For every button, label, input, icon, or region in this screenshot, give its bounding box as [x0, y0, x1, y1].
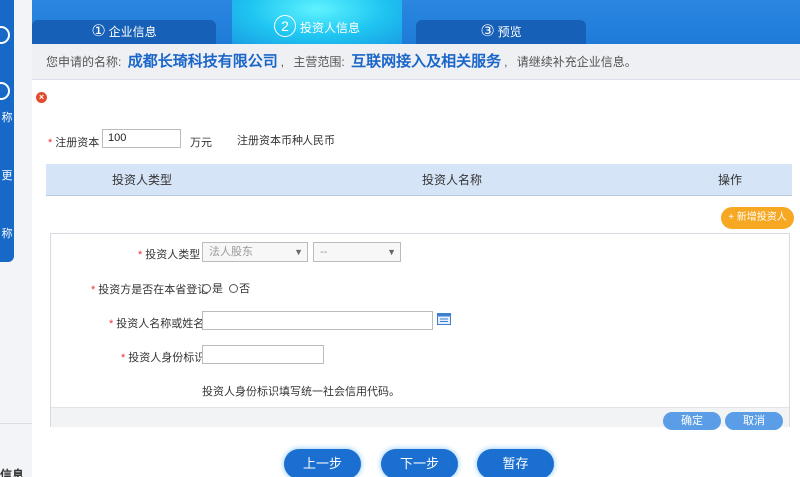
column-header-name: 投资人名称 — [422, 173, 483, 187]
separator: , — [504, 55, 508, 69]
step-number: ① — [91, 23, 106, 40]
sidebar-circle-icon[interactable] — [0, 26, 10, 44]
investor-subtype-select[interactable]: -- ▼ — [313, 242, 401, 262]
summary-prefix: 您申请的名称: — [46, 55, 122, 69]
step-number: ③ — [480, 23, 495, 40]
sidebar-item-label[interactable]: 称 — [0, 228, 14, 240]
sidebar-section-title: 信息 — [0, 468, 25, 477]
divider — [0, 423, 32, 424]
chevron-down-icon: ▼ — [387, 247, 396, 257]
sidebar-item-label[interactable]: 称 — [0, 112, 14, 124]
confirm-button[interactable]: 确定 — [663, 412, 721, 430]
application-summary: 您申请的名称: 成都长琦科技有限公司, 主营范围: 互联网接入及相关服务, 请继… — [32, 44, 800, 80]
step-label: 企业信息 — [108, 25, 157, 39]
currency-value: 人民币 — [302, 135, 335, 147]
column-header-type: 投资人类型 — [112, 173, 173, 187]
capital-label: * 注册资本 — [48, 137, 100, 149]
close-icon[interactable]: × — [36, 92, 47, 103]
step-preview[interactable]: ③ 预览 — [416, 20, 586, 44]
cancel-button[interactable]: 取消 — [725, 412, 783, 430]
chevron-down-icon: ▼ — [294, 247, 303, 257]
radio-no[interactable] — [229, 284, 239, 293]
step-company-info[interactable]: ① 企业信息 — [32, 20, 216, 44]
id-hint-text: 投资人身份标识填写统一社会信用代码。 — [202, 386, 400, 398]
sidebar: 称 更 称 信息 — [0, 0, 32, 477]
main-content: ① 企业信息 2 投资人信息 ③ 预览 您申请的名称: 成都长琦科技有限公司, 主营范… — [32, 0, 800, 477]
investor-form-panel: * 投资人类型 法人股东 ▼ -- ▼ * 投资方是否在本省登记 是 否 * 投资人名称或… — [50, 233, 790, 430]
separator: , — [280, 55, 285, 69]
sidebar-item-label[interactable]: 更 — [0, 170, 14, 182]
save-draft-button[interactable]: 暂存 — [477, 449, 554, 477]
capital-input[interactable]: 100 — [102, 129, 181, 148]
investor-name-input[interactable] — [202, 311, 433, 330]
radio-yes-label[interactable]: 是 — [212, 283, 223, 295]
previous-step-button[interactable]: 上一步 — [284, 449, 361, 477]
summary-suffix: 请继续补充企业信息。 — [516, 55, 637, 69]
add-investor-button[interactable]: + 新增投资人 — [721, 207, 794, 229]
business-scope: 互联网接入及相关服务 — [351, 53, 502, 70]
lookup-icon[interactable] — [437, 313, 451, 325]
investor-table-header: 投资人类型 投资人名称 操作 — [46, 164, 792, 196]
investor-type-label: * 投资人类型 — [138, 249, 201, 261]
capital-unit: 万元 — [190, 137, 212, 149]
sidebar-circle-icon[interactable] — [0, 82, 10, 100]
local-registration-label: * 投资方是否在本省登记 — [91, 284, 209, 296]
step-bar: ① 企业信息 2 投资人信息 ③ 预览 — [32, 0, 800, 44]
sidebar-nav: 称 更 称 — [0, 0, 14, 262]
investor-name-label: * 投资人名称或姓名 — [109, 318, 205, 330]
step-investor-info[interactable]: 2 投资人信息 — [232, 0, 402, 44]
radio-yes[interactable] — [202, 284, 211, 293]
step-label: 预览 — [497, 25, 522, 39]
step-number: 2 — [273, 15, 296, 37]
local-registration-radios: 是 否 — [202, 280, 250, 296]
investor-id-input[interactable] — [202, 345, 324, 364]
radio-no-label[interactable]: 否 — [239, 283, 250, 295]
column-header-operation: 操作 — [718, 173, 743, 187]
investor-id-label: * 投资人身份标识 — [121, 352, 206, 364]
step-label: 投资人信息 — [299, 21, 360, 35]
currency-label: 注册资本币种 — [237, 135, 303, 147]
scope-label: 主营范围: — [293, 55, 345, 69]
next-step-button[interactable]: 下一步 — [381, 449, 458, 477]
investor-type-select[interactable]: 法人股东 ▼ — [202, 242, 308, 262]
company-name: 成都长琦科技有限公司 — [127, 53, 278, 70]
